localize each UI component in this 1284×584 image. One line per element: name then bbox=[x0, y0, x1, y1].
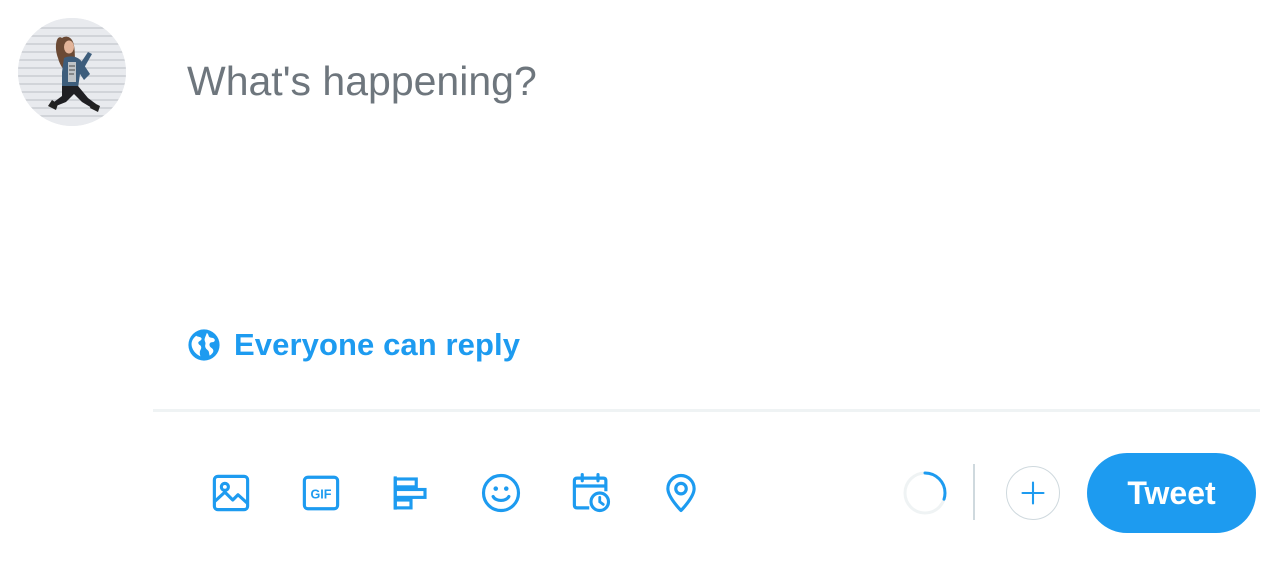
composer-toolbar: GIF Tweet bbox=[0, 448, 1284, 538]
media-icon bbox=[212, 474, 250, 512]
character-counter-ring bbox=[903, 471, 947, 515]
poll-button[interactable] bbox=[384, 466, 438, 520]
gif-button[interactable]: GIF bbox=[294, 466, 348, 520]
schedule-icon bbox=[572, 473, 611, 513]
gif-icon: GIF bbox=[302, 475, 340, 511]
add-thread-icon bbox=[1021, 481, 1045, 505]
tweet-composer: Everyone can reply GIF bbox=[0, 0, 1284, 584]
tweet-button[interactable]: Tweet bbox=[1087, 453, 1256, 533]
divider bbox=[153, 409, 1260, 412]
avatar[interactable] bbox=[18, 18, 126, 126]
location-button[interactable] bbox=[654, 466, 708, 520]
emoji-icon bbox=[481, 473, 521, 513]
toolbar-separator bbox=[973, 464, 975, 520]
reply-setting-button[interactable]: Everyone can reply bbox=[187, 324, 520, 366]
emoji-button[interactable] bbox=[474, 466, 528, 520]
location-icon bbox=[666, 473, 696, 513]
reply-setting-label: Everyone can reply bbox=[234, 327, 521, 362]
avatar-photo bbox=[18, 18, 126, 126]
globe-icon bbox=[188, 329, 220, 361]
schedule-button[interactable] bbox=[564, 466, 618, 520]
svg-text:GIF: GIF bbox=[311, 488, 332, 502]
tweet-text-input[interactable] bbox=[187, 46, 1247, 116]
media-button[interactable] bbox=[204, 466, 258, 520]
poll-icon bbox=[393, 476, 427, 510]
add-thread-button[interactable] bbox=[1006, 466, 1060, 520]
